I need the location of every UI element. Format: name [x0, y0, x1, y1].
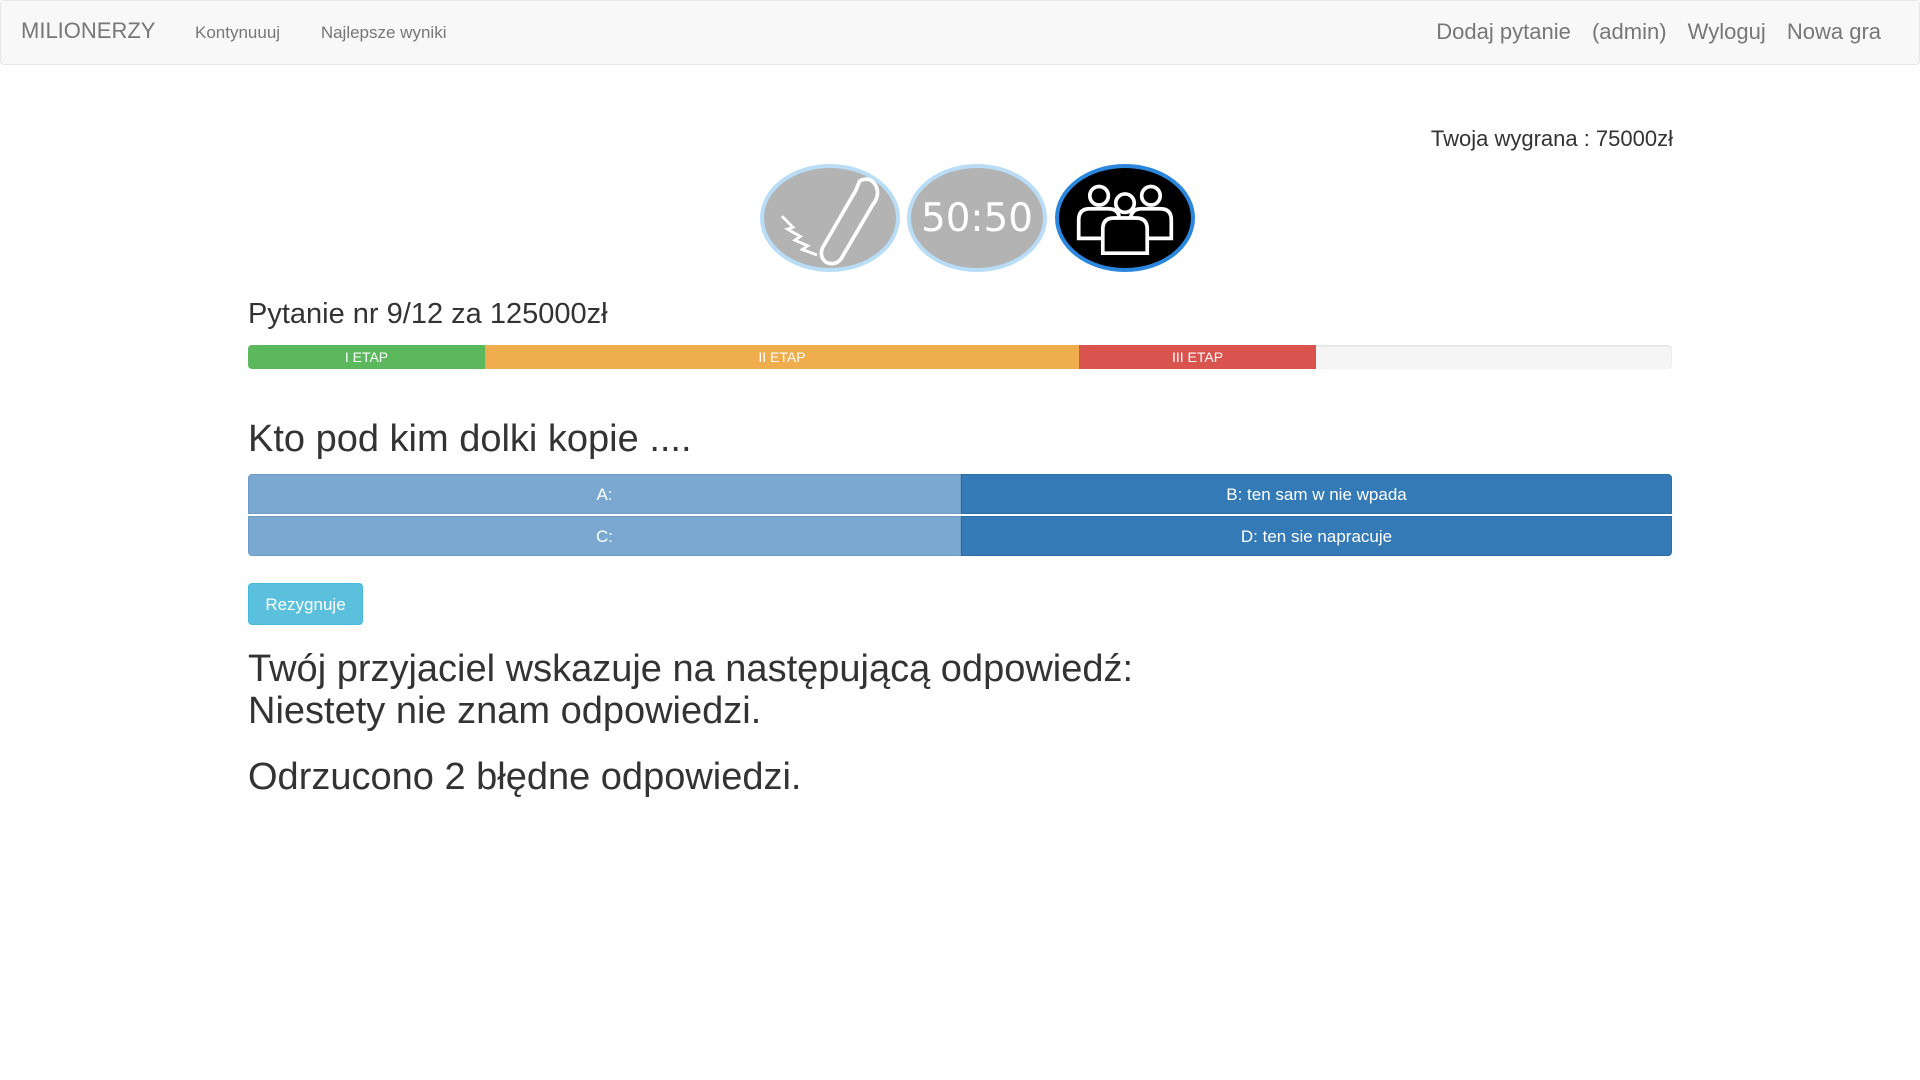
nav-add-question-link[interactable]: Dodaj pytanie [1436, 19, 1571, 44]
phone-icon [780, 177, 880, 266]
answers-grid: A: B: ten sam w nie wpada C: D: ten sie … [248, 474, 1672, 558]
brand-link[interactable]: MILIONERZY [21, 18, 155, 44]
top-navbar: MILIONERZY Kontynuuuj Najlepsze wyniki D… [0, 0, 1920, 65]
nav-new-game-link[interactable]: Nowa gra [1787, 19, 1881, 44]
fifty-fifty-icon: 50:50 [921, 196, 1033, 241]
current-winnings: Twoja wygrana : 75000zł [1430, 126, 1673, 151]
stage-1-segment: I ETAP [248, 345, 485, 369]
phone-a-friend-button[interactable] [760, 164, 900, 272]
answer-c-button[interactable]: C: [248, 516, 961, 556]
nav-right: Dodaj pytanie (admin) Wyloguj Nowa gra [1421, 19, 1881, 45]
resign-button[interactable]: Rezygnuje [248, 583, 363, 625]
nav-left: Kontynuuuj Najlepsze wyniki [195, 23, 482, 43]
friend-hint-answer: Niestety nie znam odpowiedzi. [248, 690, 762, 732]
answer-b-button[interactable]: B: ten sam w nie wpada [961, 474, 1672, 514]
fifty-fifty-button[interactable]: 50:50 [907, 164, 1047, 272]
ask-audience-button[interactable] [1055, 164, 1195, 272]
answer-d-button[interactable]: D: ten sie napracuje [961, 516, 1672, 556]
fifty-fifty-label: 50:50 [921, 196, 1033, 241]
question-text: Kto pod kim dolki kopie .... [248, 418, 692, 460]
stage-2-segment: II ETAP [485, 345, 1079, 369]
nav-high-scores-link[interactable]: Najlepsze wyniki [321, 23, 447, 42]
nav-continue-link[interactable]: Kontynuuuj [195, 23, 280, 42]
audience-icon [1076, 184, 1174, 256]
answer-a-button[interactable]: A: [248, 474, 961, 514]
lifelines: 50:50 [760, 164, 1200, 276]
nav-logout-link[interactable]: Wyloguj [1688, 19, 1766, 44]
question-number: Pytanie nr 9/12 za 125000zł [248, 298, 608, 330]
friend-hint: Twój przyjaciel wskazuje na następującą … [248, 648, 1133, 732]
friend-hint-heading: Twój przyjaciel wskazuje na następującą … [248, 648, 1134, 690]
stage-progress-bar: I ETAP II ETAP III ETAP [248, 345, 1672, 369]
nav-admin-link[interactable]: (admin) [1592, 19, 1667, 44]
stage-3-segment: III ETAP [1079, 345, 1316, 369]
fifty-fifty-result: Odrzucono 2 błędne odpowiedzi. [248, 756, 802, 798]
